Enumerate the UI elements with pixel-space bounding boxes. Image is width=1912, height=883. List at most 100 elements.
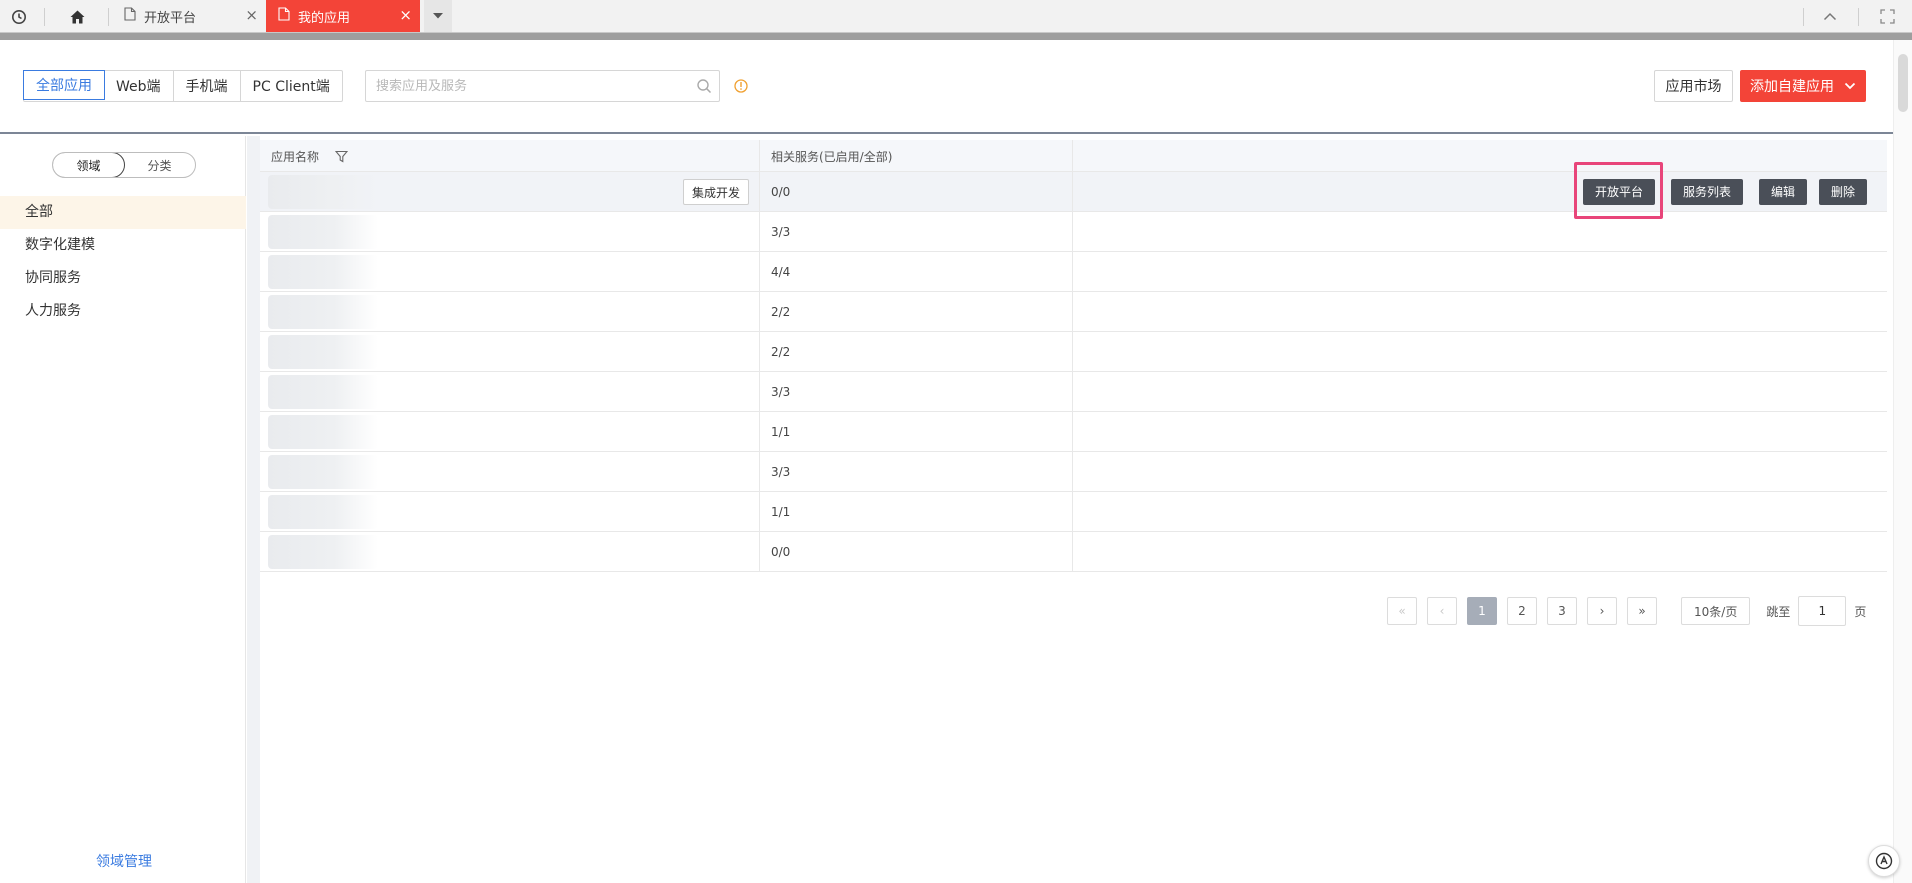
home-icon[interactable] — [62, 0, 92, 33]
ops-cell — [1073, 492, 1887, 531]
column-header-name-label: 应用名称 — [271, 149, 320, 164]
search-input[interactable] — [366, 72, 689, 100]
app-name-cell — [260, 452, 760, 491]
ops-cell — [1073, 252, 1887, 291]
app-name-cell — [260, 292, 760, 331]
next-page-button[interactable]: › — [1587, 597, 1617, 625]
open-platform-button[interactable]: 开放平台 — [1582, 178, 1655, 205]
ops-cell: 开放平台 服务列表 编辑 删除 — [1073, 161, 1887, 219]
page-button-1[interactable]: 1 — [1467, 597, 1497, 625]
service-list-button[interactable]: 服务列表 — [1670, 178, 1743, 205]
blurred-app-name — [268, 535, 378, 569]
domain-management-link[interactable]: 领域管理 — [96, 851, 152, 871]
document-icon — [124, 7, 136, 25]
history-icon[interactable] — [4, 0, 34, 33]
jump-page-input[interactable] — [1798, 596, 1847, 626]
services-cell: 2/2 — [760, 292, 1073, 331]
blurred-app-name — [268, 215, 378, 249]
app-toolbar: 全部应用 Web端 手机端 PC Client端 应用市场 添加自建应用 — [0, 40, 1912, 134]
app-name-cell — [260, 212, 760, 251]
table-row[interactable]: 2/2 — [260, 332, 1887, 372]
first-page-button[interactable]: « — [1387, 597, 1417, 625]
filter-web[interactable]: Web端 — [104, 71, 174, 101]
table-row[interactable]: 3/3 — [260, 452, 1887, 492]
edit-button[interactable]: 编辑 — [1758, 178, 1807, 205]
filter-icon[interactable] — [335, 150, 349, 163]
services-cell: 1/1 — [760, 492, 1073, 531]
table-row[interactable]: 集成开发 0/0 开放平台 服务列表 编辑 删除 — [260, 161, 1887, 219]
blurred-app-name — [268, 375, 378, 409]
info-icon[interactable] — [734, 79, 748, 97]
filter-pc-client[interactable]: PC Client端 — [241, 71, 342, 101]
table-row[interactable]: 1/1 — [260, 412, 1887, 452]
last-page-button[interactable]: » — [1627, 597, 1657, 625]
app-name-cell — [260, 412, 760, 451]
tab-title: 开放平台 — [144, 10, 197, 26]
app-name-cell — [260, 332, 760, 371]
page-size-select[interactable]: 10条/页 — [1681, 597, 1751, 625]
platform-filter: 全部应用 Web端 手机端 PC Client端 — [23, 70, 343, 102]
app-name-cell — [260, 532, 760, 571]
column-header-name: 应用名称 — [260, 140, 760, 172]
column-header-ops — [1073, 140, 1887, 172]
filter-mobile[interactable]: 手机端 — [174, 71, 241, 101]
app-name-cell: 集成开发 — [260, 172, 760, 211]
column-header-services: 相关服务(已启用/全部) — [760, 140, 1073, 172]
add-custom-app-button[interactable]: 添加自建应用 — [1740, 70, 1866, 102]
blurred-app-name — [268, 415, 378, 449]
delete-button[interactable]: 删除 — [1818, 178, 1867, 205]
table-row[interactable]: 1/1 — [260, 492, 1887, 532]
table-row[interactable]: 0/0 — [260, 532, 1887, 572]
table-row[interactable]: 3/3 — [260, 212, 1887, 252]
app-market-button[interactable]: 应用市场 — [1654, 70, 1733, 102]
scrollbar-thumb[interactable] — [1898, 54, 1908, 112]
services-cell: 3/3 — [760, 212, 1073, 251]
layout-gutter — [247, 136, 260, 883]
sidebar-item-collaboration[interactable]: 协同服务 — [0, 262, 246, 295]
dropdown-icon[interactable] — [424, 0, 452, 32]
close-icon[interactable]: × — [399, 8, 412, 23]
table-row[interactable]: 2/2 — [260, 292, 1887, 332]
ops-cell — [1073, 452, 1887, 491]
services-cell: 0/0 — [760, 172, 1073, 211]
blurred-app-name — [268, 295, 378, 329]
filter-all-apps[interactable]: 全部应用 — [23, 70, 105, 100]
close-icon[interactable]: × — [245, 8, 258, 23]
services-cell: 3/3 — [760, 452, 1073, 491]
prev-page-button[interactable]: ‹ — [1427, 597, 1457, 625]
ops-cell — [1073, 412, 1887, 451]
app-name-cell — [260, 492, 760, 531]
tab-my-apps[interactable]: 我的应用 × — [266, 0, 420, 32]
app-table-panel: 应用名称 相关服务(已启用/全部) 集成开发 0/0 开放平台 服务列表 编辑 … — [260, 136, 1887, 883]
sidebar-item-all[interactable]: 全部 — [0, 196, 246, 229]
vertical-scrollbar[interactable] — [1893, 40, 1912, 883]
blurred-app-name — [268, 255, 378, 289]
op-open-platform-wrap: 开放平台 — [1573, 161, 1663, 219]
table-row[interactable]: 3/3 — [260, 372, 1887, 412]
toggle-domain[interactable]: 领域 — [53, 153, 125, 177]
pagination: « ‹ 1 2 3 › » 10条/页 跳至 页 — [1387, 596, 1866, 626]
toggle-category[interactable]: 分类 — [124, 153, 195, 177]
blurred-app-name — [268, 335, 378, 369]
fullscreen-icon[interactable] — [1872, 0, 1902, 33]
table-header: 应用名称 相关服务(已启用/全部) — [260, 140, 1887, 172]
add-custom-app-label: 添加自建应用 — [1750, 79, 1834, 95]
collapse-icon[interactable] — [1815, 0, 1845, 33]
help-icon[interactable] — [1868, 845, 1900, 877]
page-button-2[interactable]: 2 — [1507, 597, 1537, 625]
sidebar-item-hr-services[interactable]: 人力服务 — [0, 295, 246, 328]
window-frame — [0, 33, 1912, 40]
jump-label: 跳至 — [1766, 604, 1791, 619]
sidebar-item-digital-modeling[interactable]: 数字化建模 — [0, 229, 246, 262]
ops-cell — [1073, 332, 1887, 371]
integrate-dev-button[interactable]: 集成开发 — [682, 179, 749, 205]
page-button-3[interactable]: 3 — [1547, 597, 1577, 625]
services-cell: 3/3 — [760, 372, 1073, 411]
services-cell: 1/1 — [760, 412, 1073, 451]
table-row[interactable]: 4/4 — [260, 252, 1887, 292]
ops-cell — [1073, 212, 1887, 251]
tab-open-platform[interactable]: 开放平台 × — [112, 0, 266, 32]
sidebar-mode-toggle: 领域 分类 — [52, 152, 196, 178]
search-icon[interactable] — [689, 78, 719, 94]
blurred-app-name — [268, 455, 378, 489]
